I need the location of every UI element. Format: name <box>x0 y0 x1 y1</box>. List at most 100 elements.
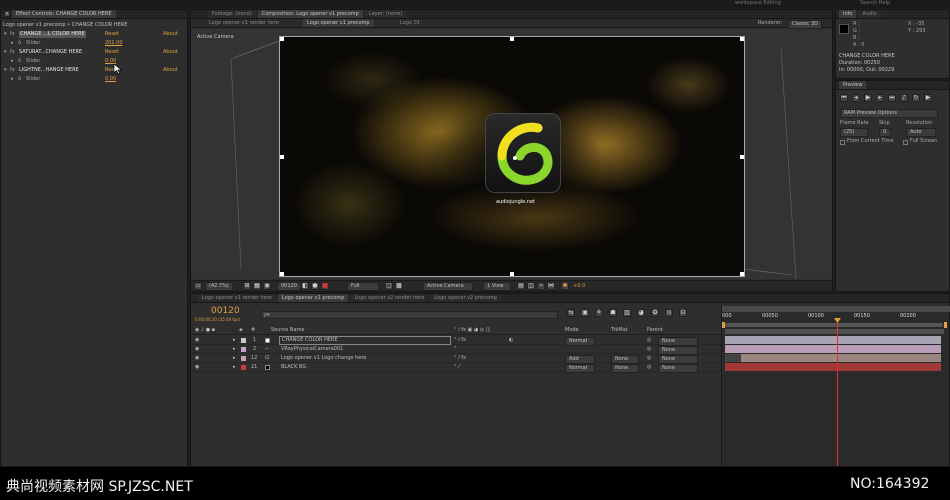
mode-header[interactable]: Mode <box>565 327 579 334</box>
layer-row[interactable]: ◉ ▸ 1 CHANGE COLOR HERE ⌃ ⁄ fx ◐ Normal … <box>191 336 721 346</box>
reset-link[interactable]: Reset <box>105 31 119 38</box>
twirl-icon[interactable]: ▾ <box>4 31 7 38</box>
view-layout-dropdown[interactable]: 1 View <box>483 282 511 291</box>
subtab-logo[interactable]: Logo 01 <box>396 19 424 27</box>
handle[interactable] <box>740 155 744 159</box>
tab-timeline-render-v1[interactable]: Logo opener v1 render here <box>198 294 276 302</box>
trkmat-dropdown[interactable]: None <box>611 364 639 373</box>
subtab-precomp[interactable]: Logo opener v1 precomp <box>303 19 374 27</box>
fast-preview-icon[interactable]: ⌁ <box>537 282 545 290</box>
loop-icon[interactable]: ↻ <box>912 94 920 102</box>
parent-pickwhip-icon[interactable]: ◎ <box>647 355 651 362</box>
label-color[interactable] <box>241 347 246 352</box>
label-color[interactable] <box>241 338 246 343</box>
renderer-dropdown[interactable]: Classic 3D <box>788 20 822 29</box>
channel-icon[interactable]: ● <box>311 282 319 290</box>
layer-bar[interactable] <box>725 363 941 371</box>
resolution-dropdown[interactable]: Auto <box>906 128 936 137</box>
tab-preview[interactable]: Preview <box>839 81 867 89</box>
parent-dropdown[interactable]: None <box>658 364 698 373</box>
resolution-dropdown[interactable]: Full <box>347 282 379 291</box>
search-help[interactable]: Search Help <box>860 0 890 7</box>
work-area-start-handle[interactable] <box>722 322 725 328</box>
subtab-render[interactable]: Logo opener v1 render here <box>205 19 283 27</box>
about-link[interactable]: About <box>163 67 178 74</box>
layer-switches[interactable]: ⌃ <box>453 346 457 353</box>
close-icon[interactable]: × <box>4 11 10 17</box>
parent-header[interactable]: Parent <box>647 327 663 334</box>
layer-bar[interactable] <box>725 336 941 344</box>
workspace-label[interactable]: workspace Editing <box>735 0 781 7</box>
comp-mini-flowchart-icon[interactable]: ⇆ <box>567 309 575 317</box>
viewer-area[interactable]: Active Camera audiojungle.net <box>191 29 832 279</box>
audio-icon[interactable]: ♪ <box>900 94 908 102</box>
handle[interactable] <box>510 272 514 276</box>
full-screen-checkbox[interactable] <box>903 140 908 145</box>
about-link[interactable]: About <box>163 31 178 38</box>
layer-switches[interactable]: ⌃ ⁄ <box>453 364 460 371</box>
layer-bar[interactable] <box>725 354 941 362</box>
magnification-dropdown[interactable]: (42.7%) <box>205 282 233 291</box>
handle[interactable] <box>740 37 744 41</box>
slider-value[interactable]: 0.00 <box>105 76 116 83</box>
parent-pickwhip-icon[interactable]: ◎ <box>647 364 651 371</box>
handle[interactable] <box>280 37 284 41</box>
layer-name[interactable]: VRayPhysicalCamera001 <box>281 346 343 353</box>
first-frame-icon[interactable]: ⏮ <box>840 94 848 102</box>
snapshot-icon[interactable]: ◉ <box>263 282 271 290</box>
source-name-header[interactable]: Source Name <box>271 327 305 334</box>
fx-icon[interactable]: fx <box>10 31 15 38</box>
twirl-icon[interactable]: ▾ <box>4 67 7 74</box>
always-preview-icon[interactable]: ▭ <box>194 282 202 290</box>
adjustment-icon[interactable]: ◐ <box>509 337 513 344</box>
exposure-value[interactable]: +0.0 <box>573 283 585 290</box>
live-update-icon[interactable]: ▣ <box>581 309 589 317</box>
twirl-icon[interactable]: ▸ <box>11 40 14 47</box>
handle[interactable] <box>740 272 744 276</box>
visibility-icon[interactable]: ◉ <box>195 346 199 353</box>
time-graph[interactable]: 000 00050 00100 00150 00200 <box>721 306 950 466</box>
handle[interactable] <box>280 155 284 159</box>
toggle-pixel-icon[interactable]: ▤ <box>517 282 525 290</box>
slider-value[interactable]: 201.00 <box>105 40 123 47</box>
camera-snapshot-icon[interactable]: ◧ <box>301 282 309 290</box>
visibility-icon[interactable]: ◉ <box>195 355 199 362</box>
effect-row[interactable]: ▾ fx SATURAT...CHANGE HERE Reset About <box>1 48 187 57</box>
draft-3d-icon[interactable]: ⚘ <box>595 309 603 317</box>
twirl-icon[interactable]: ▸ <box>233 364 236 371</box>
layer-search-input[interactable]: ρ▾ <box>261 311 558 319</box>
layer-name[interactable]: BLACK BG <box>281 364 306 371</box>
timecode-display[interactable]: 00120 <box>277 282 301 291</box>
fx-icon[interactable]: fx <box>10 67 15 74</box>
flowchart-icon[interactable]: ⋈ <box>547 282 555 290</box>
graph-editor-icon[interactable]: ☊ <box>679 309 687 317</box>
tab-effect-controls[interactable]: Effect Controls: CHANGE COLOR HERE <box>12 10 116 18</box>
tab-timeline-precomp-v2[interactable]: Logo opener v2 precomp <box>430 294 501 302</box>
layer-row[interactable]: ◉ ▸ 2 ⌐ VRayPhysicalCamera001 ⌃ ◎ None <box>191 345 721 355</box>
parent-pickwhip-icon[interactable]: ◎ <box>647 337 651 344</box>
handle[interactable] <box>280 272 284 276</box>
reset-exposure-icon[interactable]: ✱ <box>561 282 569 290</box>
parent-pickwhip-icon[interactable]: ◎ <box>647 346 651 353</box>
layer-switches[interactable]: ⌃ ⁄ fx <box>453 355 466 362</box>
label-color[interactable] <box>241 356 246 361</box>
ram-preview-dropdown[interactable]: RAM Preview Options <box>840 109 938 118</box>
tab-footage[interactable]: Footage: (none) <box>208 10 256 18</box>
color-icon[interactable]: ■ <box>321 282 329 290</box>
twirl-icon[interactable]: ▸ <box>233 355 236 362</box>
transparency-grid-icon[interactable]: ▩ <box>395 282 403 290</box>
current-time-indicator[interactable] <box>837 318 838 466</box>
ram-preview-icon[interactable]: ▶ <box>924 94 932 102</box>
shy-icon[interactable]: ☗ <box>609 309 617 317</box>
next-frame-icon[interactable]: ▸ <box>876 94 884 102</box>
handle[interactable] <box>510 37 514 41</box>
motion-blur-icon[interactable]: ◕ <box>637 309 645 317</box>
tab-composition[interactable]: Composition: Logo opener v1 precomp <box>257 10 363 18</box>
layer-row[interactable]: ◉ ▸ 21 BLACK BG ⌃ ⁄ Normal None ◎ None <box>191 363 721 373</box>
skip-field[interactable]: 0 <box>879 128 891 137</box>
layer-bar[interactable] <box>725 345 941 353</box>
tab-timeline-precomp-v1[interactable]: Logo opener v1 precomp <box>277 294 349 302</box>
about-link[interactable]: About <box>163 49 178 56</box>
visibility-icon[interactable]: ◉ <box>195 364 199 371</box>
twirl-icon[interactable]: ▸ <box>233 346 236 353</box>
